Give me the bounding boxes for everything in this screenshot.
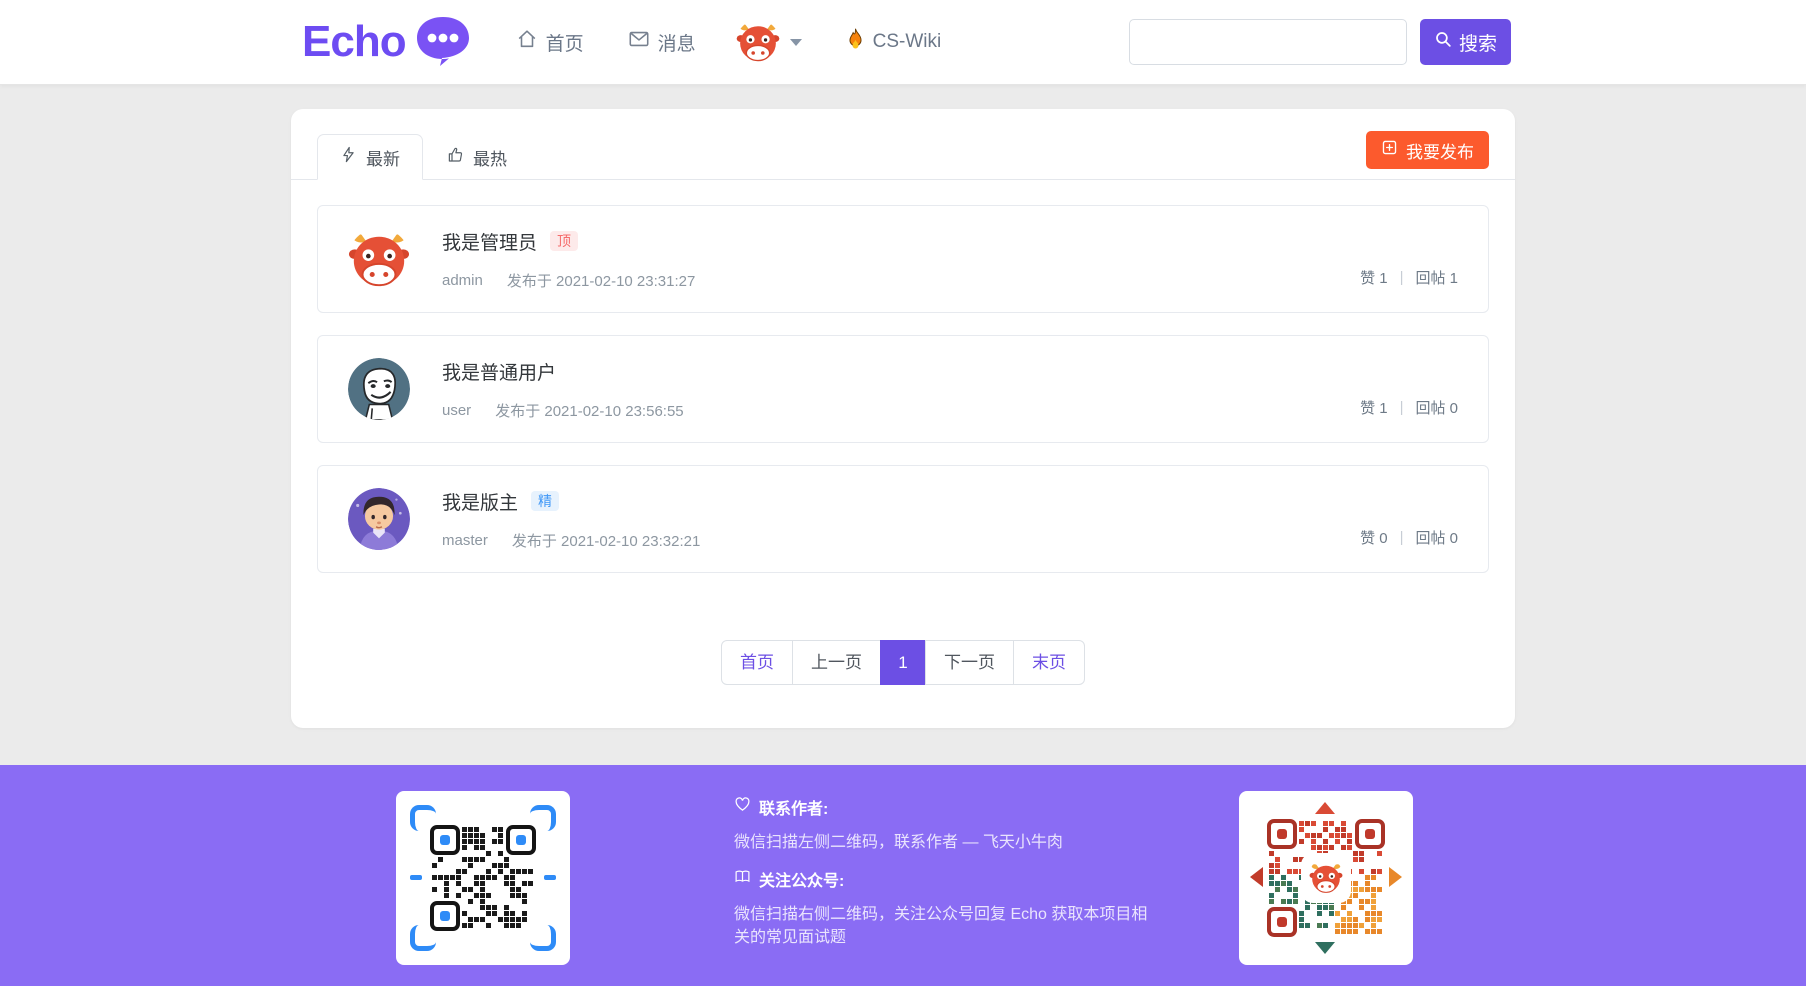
logo-text: Echo — [302, 17, 406, 67]
pagination-prev[interactable]: 上一页 — [792, 640, 881, 685]
pagination-next[interactable]: 下一页 — [925, 640, 1014, 685]
pagination: 首页 上一页 1 下一页 末页 — [721, 640, 1085, 685]
post-row-admin[interactable]: 我是管理员 顶 admin 发布于 2021-02-10 23:31:27 赞 … — [317, 205, 1489, 313]
avatar-meme-face — [348, 358, 410, 420]
post-stats: 赞 1 | 回帖 1 — [1360, 267, 1458, 288]
user-avatar-cow — [736, 20, 780, 64]
pinned-badge: 顶 — [550, 231, 578, 251]
post-published: 发布于 2021-02-10 23:31:27 — [507, 270, 695, 291]
tab-hottest-label: 最热 — [473, 145, 507, 170]
post-author: admin — [442, 272, 483, 289]
search-input[interactable] — [1129, 19, 1407, 65]
post-row-master[interactable]: 我是版主 精 master 发布于 2021-02-10 23:32:21 赞 … — [317, 465, 1489, 573]
thumbs-up-icon — [446, 146, 464, 169]
follow-title: 关注公众号: — [759, 867, 844, 891]
footer-text-block: 联系作者: 微信扫描左侧二维码，联系作者 — 飞天小牛肉 关注公众号: 微信扫描… — [734, 795, 1154, 962]
search-bar: 搜索 — [1129, 19, 1511, 65]
search-button[interactable]: 搜索 — [1420, 19, 1511, 65]
post-title[interactable]: 我是版主 — [442, 488, 518, 515]
nav-home-link[interactable]: 首页 — [516, 28, 584, 56]
search-icon — [1434, 30, 1453, 55]
post-published: 发布于 2021-02-10 23:56:55 — [495, 400, 683, 421]
nav-cs-wiki-label: CS-Wiki — [873, 31, 942, 53]
avatar-cow — [348, 228, 410, 290]
search-button-label: 搜索 — [1459, 29, 1497, 56]
post-title[interactable]: 我是管理员 — [442, 228, 537, 255]
tab-latest-label: 最新 — [366, 145, 400, 170]
chevron-down-icon — [790, 39, 802, 46]
replies-count: 回帖 0 — [1415, 397, 1458, 418]
featured-badge: 精 — [531, 491, 559, 511]
contact-title: 联系作者: — [759, 795, 828, 819]
post-title[interactable]: 我是普通用户 — [442, 358, 556, 385]
post-author: user — [442, 402, 471, 419]
nav-home-label: 首页 — [546, 29, 584, 56]
user-menu-dropdown[interactable] — [736, 20, 802, 64]
pagination-last[interactable]: 末页 — [1013, 640, 1085, 685]
open-book-icon — [734, 868, 751, 890]
page-footer: 联系作者: 微信扫描左侧二维码，联系作者 — 飞天小牛肉 关注公众号: 微信扫描… — [0, 765, 1806, 986]
nav-messages-label: 消息 — [658, 29, 696, 56]
replies-count: 回帖 1 — [1415, 267, 1458, 288]
post-published: 发布于 2021-02-10 23:32:21 — [512, 530, 700, 551]
qr-center-cow-logo — [1303, 855, 1349, 901]
follow-text: 微信扫描右侧二维码，关注公众号回复 Echo 获取本项目相关的常见面试题 — [734, 903, 1150, 949]
pagination-first[interactable]: 首页 — [721, 640, 793, 685]
nav-messages-link[interactable]: 消息 — [628, 28, 696, 56]
likes-count: 赞 1 — [1360, 267, 1388, 288]
post-stats: 赞 1 | 回帖 0 — [1360, 397, 1458, 418]
home-icon — [516, 28, 538, 56]
publish-button-label: 我要发布 — [1406, 138, 1474, 163]
echo-logo[interactable]: Echo — [302, 13, 472, 72]
posts-tabs-header: 最新 最热 我要发布 — [291, 109, 1515, 180]
wechat-official-qr-code — [1239, 791, 1413, 965]
top-navbar: Echo 首页 消息 — [0, 0, 1806, 85]
contact-text: 微信扫描左侧二维码，联系作者 — 飞天小牛肉 — [734, 831, 1154, 854]
heart-icon — [734, 796, 751, 818]
envelope-icon — [628, 28, 650, 56]
follow-title-line: 关注公众号: — [734, 867, 1154, 891]
speech-bubble-icon — [414, 15, 472, 72]
stats-divider: | — [1400, 529, 1404, 546]
posts-card: 最新 最热 我要发布 — [291, 109, 1515, 728]
post-author: master — [442, 532, 488, 549]
likes-count: 赞 0 — [1360, 527, 1388, 548]
stats-divider: | — [1400, 399, 1404, 416]
plus-square-icon — [1381, 139, 1398, 161]
replies-count: 回帖 0 — [1415, 527, 1458, 548]
lightning-icon — [340, 145, 357, 169]
avatar-boy — [348, 488, 410, 550]
post-stats: 赞 0 | 回帖 0 — [1360, 527, 1458, 548]
publish-button[interactable]: 我要发布 — [1366, 131, 1489, 169]
contact-qr-code — [396, 791, 570, 965]
likes-count: 赞 1 — [1360, 397, 1388, 418]
pagination-page-1[interactable]: 1 — [880, 640, 926, 685]
post-row-user[interactable]: 我是普通用户 user 发布于 2021-02-10 23:56:55 赞 1 … — [317, 335, 1489, 443]
stats-divider: | — [1400, 269, 1404, 286]
contact-title-line: 联系作者: — [734, 795, 1154, 819]
flame-icon — [846, 27, 865, 57]
post-list: 我是管理员 顶 admin 发布于 2021-02-10 23:31:27 赞 … — [291, 180, 1515, 573]
tab-latest[interactable]: 最新 — [317, 134, 423, 180]
tab-hottest[interactable]: 最热 — [423, 134, 530, 180]
nav-cs-wiki-link[interactable]: CS-Wiki — [846, 27, 942, 57]
